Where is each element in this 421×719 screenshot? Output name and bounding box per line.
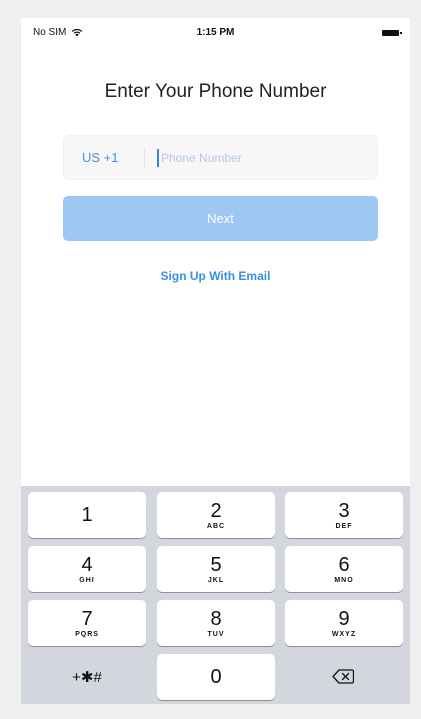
key-letters: ABC	[206, 523, 226, 530]
key-2[interactable]: 2 ABC	[157, 492, 275, 538]
key-letters: GHI	[79, 577, 95, 584]
page-title: Enter Your Phone Number	[104, 81, 327, 102]
text-caret	[157, 149, 159, 167]
key-digit: 0	[210, 666, 222, 688]
key-0[interactable]: 0	[157, 654, 275, 700]
key-letters: JKL	[207, 577, 225, 584]
key-letters: DEF	[335, 523, 353, 530]
key-4[interactable]: 4 GHI	[28, 546, 146, 592]
key-digit: 5	[210, 554, 222, 576]
key-digit: 3	[338, 500, 350, 522]
symbols-label: +✱#	[72, 669, 102, 686]
input-divider	[144, 147, 145, 169]
key-digit: 8	[210, 608, 222, 630]
country-code-selector[interactable]: US +1	[82, 150, 119, 165]
key-digit: 6	[338, 554, 350, 576]
phone-screen: No SIM 1:15 PM Enter Your Phone Number U…	[21, 18, 410, 704]
key-6[interactable]: 6 MNO	[285, 546, 403, 592]
sign-up-with-email-link[interactable]: Sign Up With Email	[21, 269, 410, 283]
phone-input-group: US +1	[63, 135, 378, 180]
key-8[interactable]: 8 TUV	[157, 600, 275, 646]
key-5[interactable]: 5 JKL	[157, 546, 275, 592]
backspace-icon	[332, 669, 354, 684]
key-digit: 4	[81, 554, 93, 576]
key-1[interactable]: 1	[28, 492, 146, 538]
key-digit: 2	[210, 500, 222, 522]
key-digit: 1	[81, 504, 93, 526]
symbols-key[interactable]: +✱#	[28, 654, 146, 700]
key-9[interactable]: 9 WXYZ	[285, 600, 403, 646]
key-letters: WXYZ	[331, 631, 357, 638]
key-letters: PQRS	[75, 631, 99, 638]
status-time: 1:15 PM	[196, 27, 235, 38]
key-digit: 7	[81, 608, 93, 630]
battery-icon	[382, 30, 402, 36]
key-3[interactable]: 3 DEF	[285, 492, 403, 538]
key-digit: 9	[338, 608, 350, 630]
numeric-keypad: 1 2 ABC 3 DEF 4 GHI 5 JKL 6 MNO 7 PQRS 8	[21, 486, 410, 704]
next-button[interactable]: Next	[63, 196, 378, 241]
key-letters: TUV	[207, 631, 225, 638]
key-7[interactable]: 7 PQRS	[28, 600, 146, 646]
phone-number-field[interactable]	[161, 143, 371, 173]
key-letters: MNO	[334, 577, 354, 584]
status-bar: No SIM 1:15 PM	[21, 18, 410, 48]
backspace-key[interactable]	[285, 654, 403, 700]
